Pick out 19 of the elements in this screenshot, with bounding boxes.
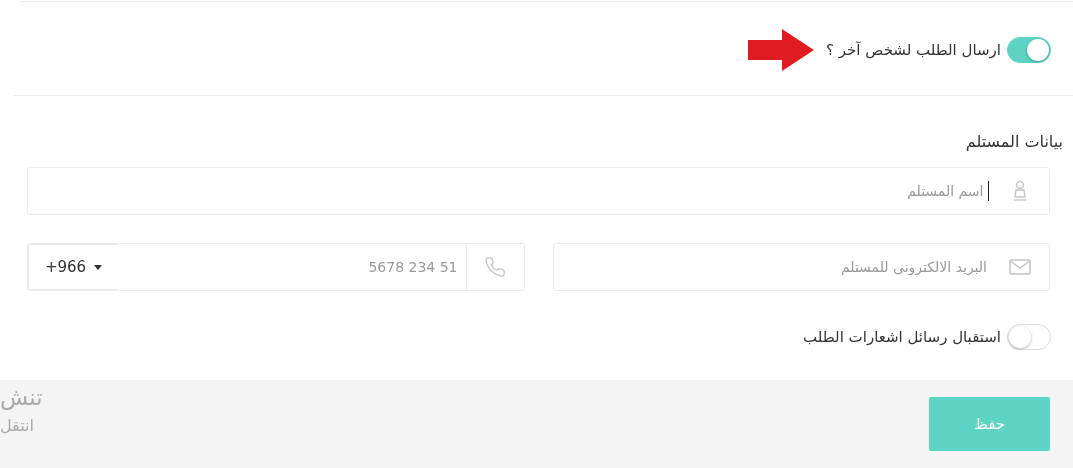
phone-icon <box>484 256 506 278</box>
toggle-label: ارسال الطلب لشخص آخر ؟ <box>826 41 1001 59</box>
person-icon <box>1013 180 1027 202</box>
mail-icon <box>1009 259 1031 275</box>
email-field[interactable]: البريد الالكترونى للمستلم <box>552 243 1050 291</box>
toggle-switch[interactable] <box>1007 324 1051 350</box>
footer-text: تنش <box>0 384 43 410</box>
toggle-switch[interactable] <box>1007 37 1051 63</box>
section-title: بيانات المستلم <box>964 132 1063 151</box>
phone-input[interactable]: 5678 234 51 <box>118 259 466 275</box>
footer-text: انتقل <box>0 416 34 435</box>
email-input[interactable]: البريد الالكترونى للمستلم <box>553 259 991 275</box>
name-field[interactable]: اسم المستلم <box>27 167 1050 215</box>
name-input[interactable]: اسم المستلم <box>28 183 988 199</box>
toggle-label: استقبال رسائل اشعارات الطلب <box>803 328 1001 346</box>
pointer-arrow-icon <box>748 29 815 71</box>
country-code-select[interactable]: +966 <box>28 244 118 290</box>
caret-icon <box>94 264 103 270</box>
phone-field[interactable]: +966 5678 234 51 <box>27 243 525 291</box>
